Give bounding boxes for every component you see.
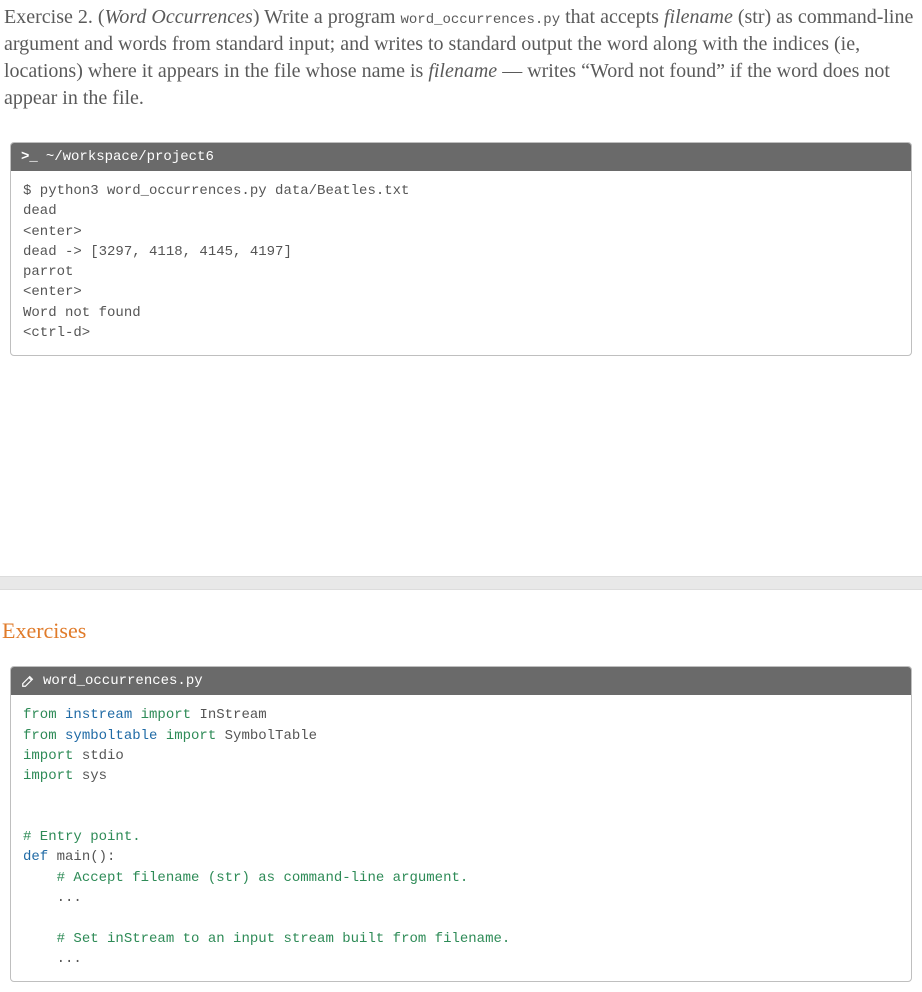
- slide-whitespace: [0, 366, 922, 576]
- section-title: Exercises: [0, 590, 922, 648]
- exercise-after-title: ) Write a program: [253, 6, 401, 28]
- terminal-header: >_ ~/workspace/project6: [11, 143, 911, 171]
- code-box: word_occurrences.py from instream import…: [10, 666, 912, 982]
- filename-2: filename: [428, 60, 497, 82]
- slide-divider: [0, 576, 922, 590]
- code-filename: word_occurrences.py: [43, 673, 203, 689]
- exercise-seg1: that accepts: [560, 6, 664, 28]
- code-body: from instream import InStream from symbo…: [11, 695, 911, 981]
- program-name: word_occurrences.py: [400, 12, 560, 28]
- slide-code: Exercises word_occurrences.py from instr…: [0, 590, 922, 982]
- code-header: word_occurrences.py: [11, 667, 911, 695]
- exercise-paragraph: Exercise 2. (Word Occurrences) Write a p…: [0, 0, 922, 124]
- terminal-body: $ python3 word_occurrences.py data/Beatl…: [11, 171, 911, 355]
- terminal-prompt-icon: >_: [21, 149, 38, 165]
- exercise-title: Word Occurrences: [105, 6, 253, 28]
- exercise-prefix: Exercise 2. (: [4, 6, 105, 28]
- terminal-box: >_ ~/workspace/project6 $ python3 word_o…: [10, 142, 912, 356]
- terminal-path: ~/workspace/project6: [46, 149, 214, 165]
- filename-1: filename: [664, 6, 733, 28]
- slide-exercise: Exercise 2. (Word Occurrences) Write a p…: [0, 0, 922, 576]
- edit-icon: [21, 674, 35, 688]
